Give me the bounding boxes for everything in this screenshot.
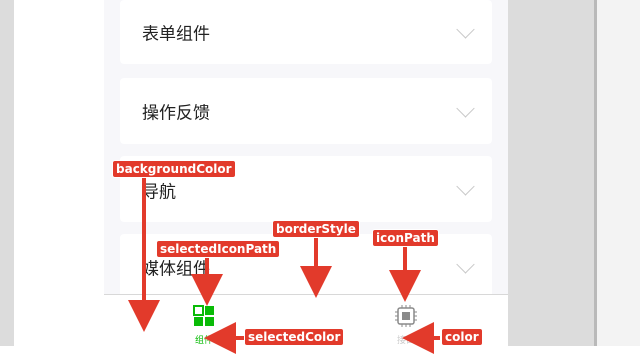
list-item-label: 媒体组件	[142, 259, 210, 280]
annotation-border-style: borderStyle	[272, 220, 360, 238]
grid-icon	[193, 305, 215, 327]
outer-background-right	[508, 0, 594, 346]
chevron-down-icon	[456, 20, 475, 39]
list-item-label: 表单组件	[142, 24, 210, 45]
list-item-feedback[interactable]: 操作反馈	[120, 78, 492, 144]
annotation-color: color	[441, 328, 483, 346]
tab-label: 接口	[396, 336, 415, 346]
annotation-background-color: backgroundColor	[112, 160, 236, 178]
annotation-icon-path: iconPath	[372, 229, 439, 247]
list-item-label: 导航	[142, 182, 176, 203]
tab-components[interactable]: 组件	[174, 295, 234, 346]
annotation-selected-icon-path: selectedIconPath	[156, 240, 281, 258]
chevron-down-icon	[456, 99, 475, 118]
chevron-down-icon	[456, 177, 475, 196]
outer-background-left	[0, 0, 14, 346]
tab-label: 组件	[194, 336, 213, 346]
window-edge-right	[594, 0, 640, 346]
annotation-selected-color: selectedColor	[244, 328, 345, 346]
list-item-form-components[interactable]: 表单组件	[120, 0, 492, 64]
tab-api[interactable]: 接口	[376, 295, 436, 346]
chip-icon	[395, 305, 417, 327]
chevron-down-icon	[456, 255, 475, 274]
list-item-label: 操作反馈	[142, 103, 210, 124]
